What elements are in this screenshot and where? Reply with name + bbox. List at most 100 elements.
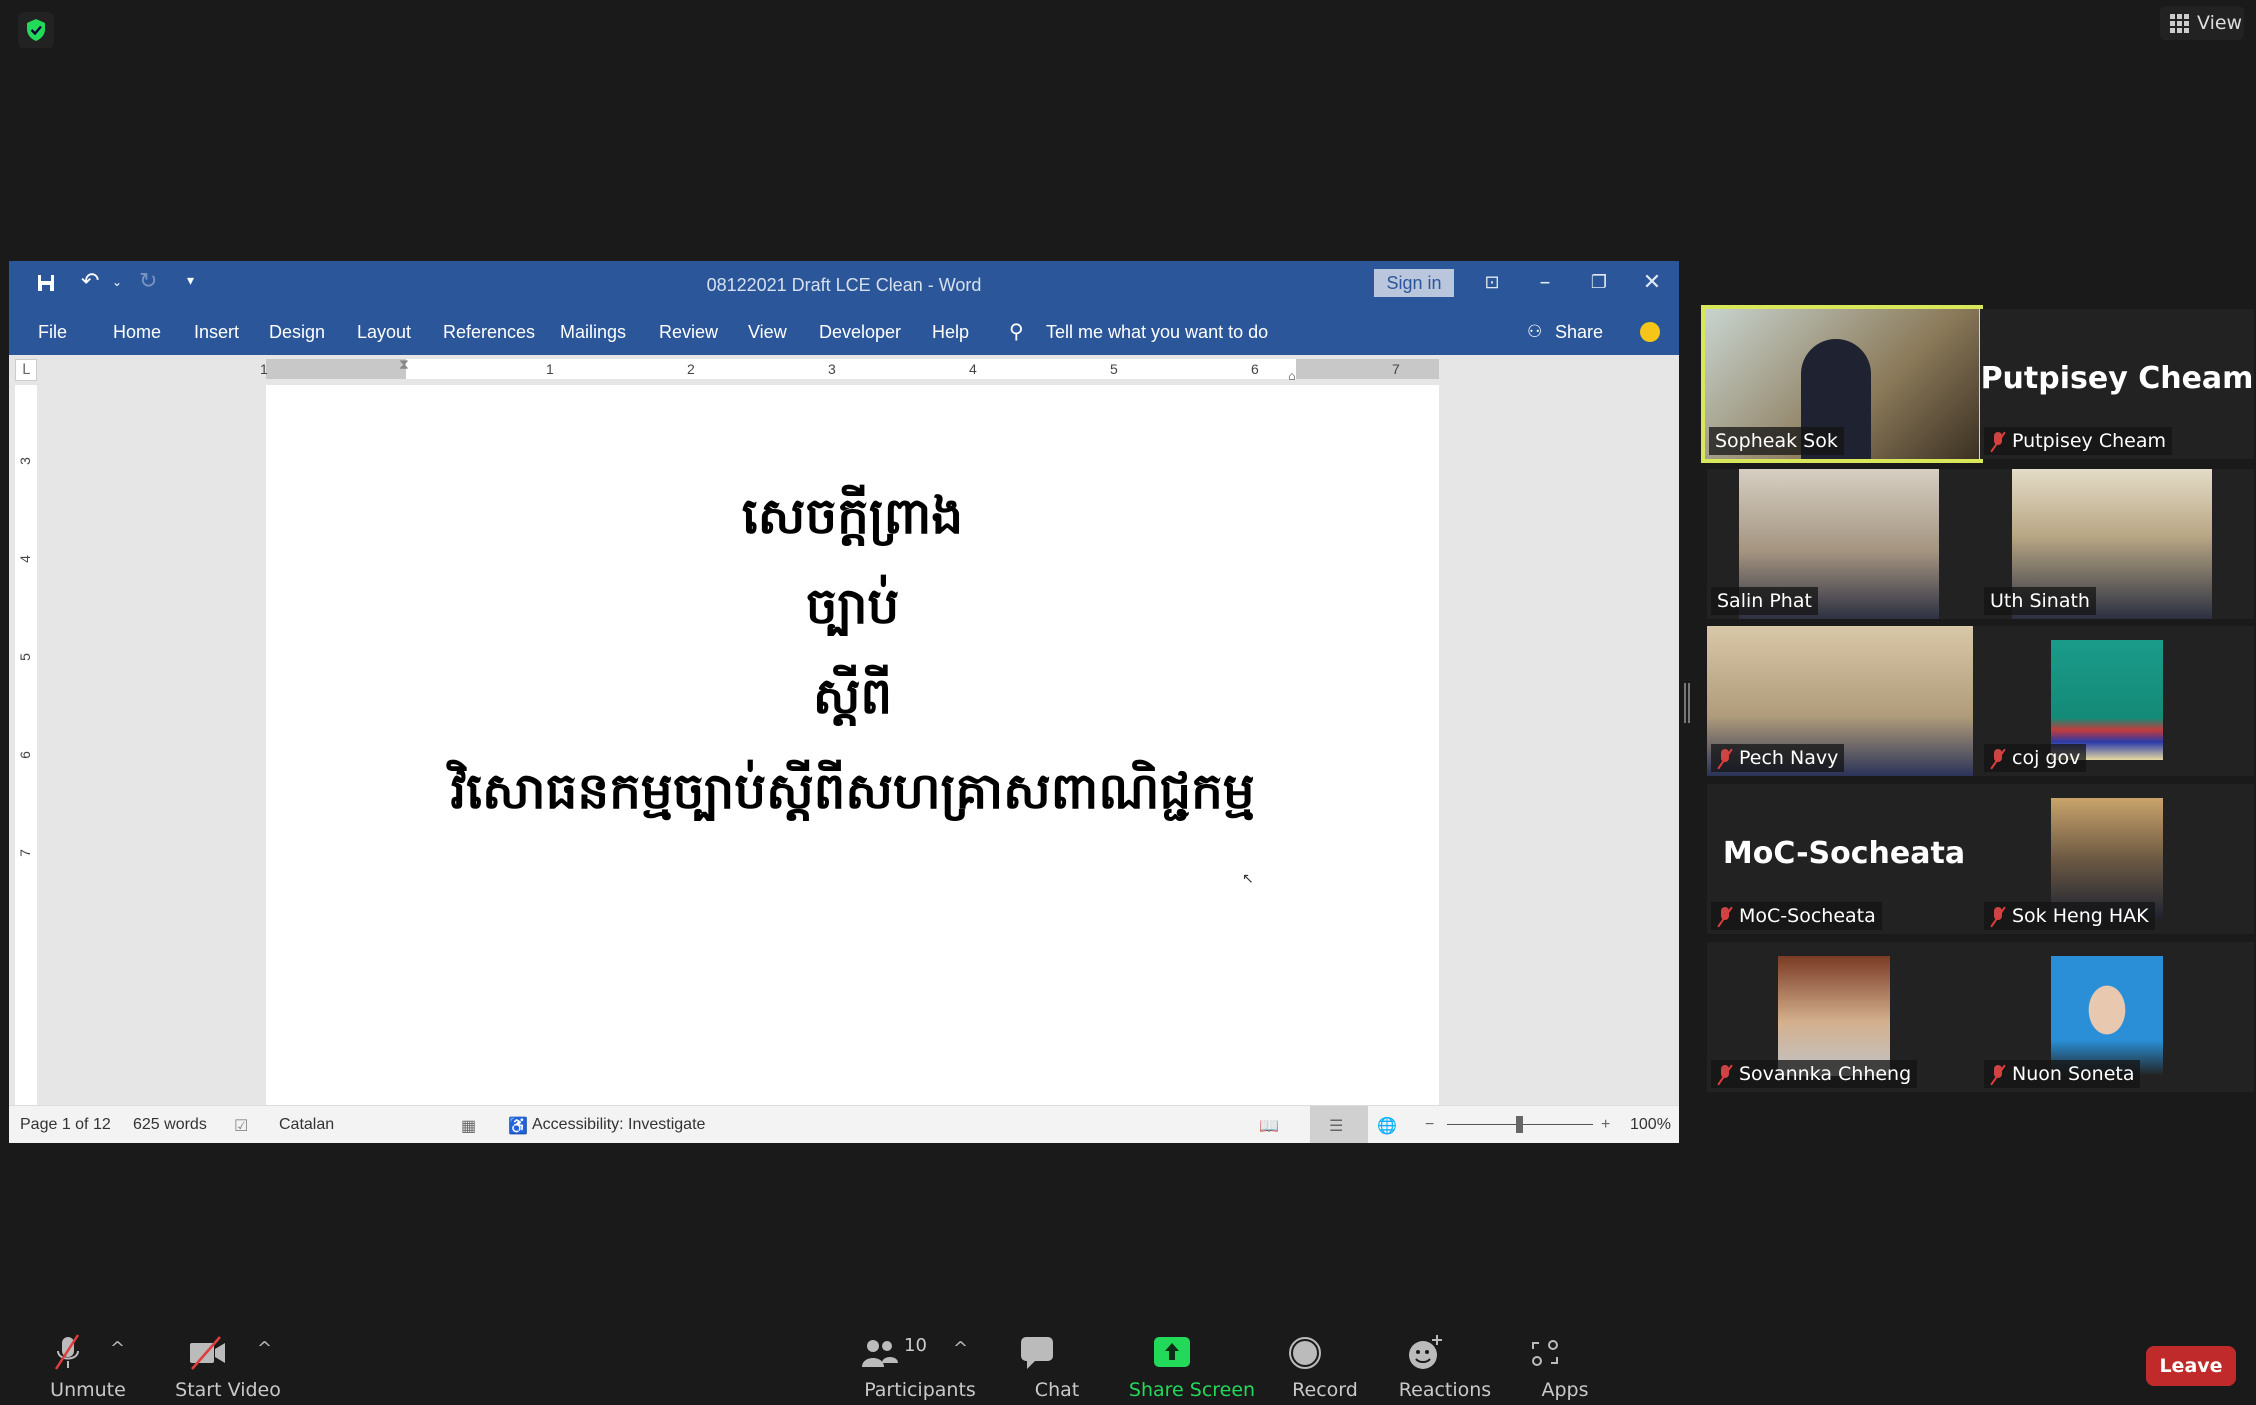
tab-home[interactable]: Home: [113, 322, 161, 343]
participants-options-caret-icon[interactable]: ^: [953, 1338, 968, 1359]
ruler-number: 4: [969, 361, 977, 377]
tab-mailings[interactable]: Mailings: [560, 322, 626, 343]
record-icon: [1289, 1337, 1321, 1369]
participant-name-label: Sok Heng HAK: [1984, 902, 2155, 930]
ribbon-display-options-icon[interactable]: ⊡: [1472, 267, 1512, 299]
tab-developer[interactable]: Developer: [819, 322, 901, 343]
record-button[interactable]: Record: [1285, 1333, 1358, 1401]
page-count[interactable]: Page 1 of 12: [20, 1116, 111, 1134]
tab-references[interactable]: References: [443, 322, 535, 343]
tell-me-input[interactable]: Tell me what you want to do: [1046, 322, 1268, 343]
leave-button[interactable]: Leave: [2146, 1346, 2236, 1386]
vruler-number: 4: [16, 555, 33, 563]
right-indent-marker-icon[interactable]: ⌂: [1288, 369, 1296, 383]
start-video-button[interactable]: Start Video: [175, 1333, 281, 1401]
apps-button[interactable]: Apps: [1525, 1333, 1589, 1401]
horizontal-ruler[interactable]: 1 1 2 3 4 5 6 7 ⧗ ⌂: [260, 357, 1439, 383]
start-video-label: Start Video: [175, 1379, 281, 1401]
participant-tile[interactable]: Salin Phat: [1707, 469, 1981, 619]
security-shield-button[interactable]: [18, 12, 54, 48]
participant-name-label: MoC-Socheata: [1711, 902, 1882, 930]
participant-name-label: Pech Navy: [1711, 744, 1845, 772]
tab-help[interactable]: Help: [932, 322, 969, 343]
unmute-button[interactable]: Unmute: [48, 1333, 126, 1401]
zoom-out-icon[interactable]: −: [1425, 1116, 1434, 1134]
zoom-slider-thumb[interactable]: [1516, 1116, 1523, 1133]
participants-button[interactable]: 10 Participants: [860, 1333, 976, 1401]
ruler-number: 3: [828, 361, 836, 377]
vruler-number: 5: [16, 653, 33, 661]
close-icon[interactable]: ✕: [1632, 267, 1672, 299]
video-options-caret-icon[interactable]: ^: [257, 1338, 272, 1359]
ruler-number: 2: [687, 361, 695, 377]
share-button[interactable]: Share: [1555, 322, 1603, 343]
read-mode-icon[interactable]: 📖: [1259, 1116, 1279, 1136]
tab-layout[interactable]: Layout: [357, 322, 411, 343]
reactions-button[interactable]: Reactions: [1399, 1333, 1491, 1401]
participant-tile[interactable]: MoC-Socheata MoC-Socheata: [1707, 784, 1981, 934]
video-feed: [1778, 956, 1890, 1076]
word-count[interactable]: 625 words: [133, 1116, 207, 1134]
sign-in-button[interactable]: Sign in: [1374, 269, 1454, 297]
video-off-icon: [190, 1336, 225, 1370]
participant-name-placeholder: Putpisey Cheam: [1980, 361, 2254, 396]
display-settings-icon[interactable]: ▦: [461, 1116, 476, 1136]
tab-view[interactable]: View: [748, 322, 787, 343]
ruler-number: 5: [1110, 361, 1118, 377]
muted-mic-icon: [1717, 906, 1733, 926]
reactions-icon: [1409, 1335, 1442, 1369]
vertical-ruler[interactable]: 3 4 5 6 7: [15, 385, 37, 1105]
print-layout-icon: ☰: [1329, 1118, 1344, 1135]
audio-options-caret-icon[interactable]: ^: [110, 1338, 125, 1359]
vruler-number: 7: [16, 849, 33, 857]
chat-button[interactable]: Chat: [1017, 1333, 1079, 1401]
title-bar: ↶ ⌄ ↻ ▾ 08122021 Draft LCE Clean - Word …: [9, 261, 1679, 311]
proofing-icon[interactable]: ☑: [234, 1116, 248, 1136]
muted-microphone-icon: [54, 1334, 80, 1370]
doc-heading-line: សេចក្តីព្រាង: [741, 487, 964, 545]
tab-selector-button[interactable]: L: [15, 359, 37, 381]
zoom-in-icon[interactable]: +: [1601, 1116, 1610, 1134]
tab-file[interactable]: File: [38, 322, 67, 343]
left-margin: [266, 359, 406, 379]
participant-tile[interactable]: Pech Navy: [1707, 626, 1981, 776]
share-person-icon: ⚇: [1527, 322, 1543, 341]
ruler-number: 6: [1251, 361, 1259, 377]
zoom-level[interactable]: 100%: [1630, 1116, 1671, 1134]
tab-insert[interactable]: Insert: [194, 322, 239, 343]
view-button[interactable]: View: [2160, 6, 2244, 40]
shield-check-icon: [27, 19, 45, 41]
panel-splitter-handle[interactable]: [1684, 683, 1690, 723]
share-screen-icon: [1154, 1337, 1190, 1367]
participant-tile[interactable]: coj gov: [1980, 626, 2254, 776]
minimize-icon[interactable]: –: [1525, 267, 1565, 299]
participant-tile[interactable]: Nuon Soneta: [1980, 942, 2254, 1092]
muted-mic-icon: [1990, 748, 2006, 768]
apps-icon: [1532, 1340, 1558, 1366]
status-bar: Page 1 of 12 625 words ☑ Catalan ▦ ♿ Acc…: [9, 1105, 1679, 1143]
accessibility-status[interactable]: Accessibility: Investigate: [532, 1116, 705, 1134]
participant-name-label: Putpisey Cheam: [1984, 427, 2172, 455]
ruler-number: 7: [1392, 361, 1400, 377]
restore-icon[interactable]: ❐: [1579, 267, 1619, 299]
participant-tile[interactable]: Sopheak Sok: [1701, 305, 1983, 463]
tab-review[interactable]: Review: [659, 322, 718, 343]
language-indicator[interactable]: Catalan: [279, 1116, 334, 1134]
participant-name-placeholder: MoC-Socheata: [1722, 836, 1966, 871]
ribbon-tabs: File Home Insert Design Layout Reference…: [9, 311, 1679, 355]
participant-tile[interactable]: Sok Heng HAK: [1980, 784, 2254, 934]
share-screen-button[interactable]: Share Screen: [1129, 1333, 1255, 1401]
vruler-number: 6: [16, 751, 33, 759]
participant-tile[interactable]: Uth Sinath: [1980, 469, 2254, 619]
video-feed: [2051, 956, 2163, 1076]
doc-heading-line: វិសោធនកម្មច្បាប់ស្តីពីសហគ្រាសពាណិជ្ជកម្ម: [450, 762, 1255, 820]
web-layout-icon[interactable]: 🌐: [1377, 1116, 1397, 1136]
video-feed: [2051, 640, 2163, 760]
document-page[interactable]: សេចក្តីព្រាង ច្បាប់ ស្តីពី វិសោធនកម្មច្ប…: [266, 385, 1439, 1105]
indent-marker-icon[interactable]: ⧗: [399, 357, 409, 373]
tab-design[interactable]: Design: [269, 322, 325, 343]
participant-tile[interactable]: Sovannka Chheng: [1707, 942, 1981, 1092]
participant-tile[interactable]: Putpisey Cheam Putpisey Cheam: [1980, 309, 2254, 459]
feedback-smiley-icon[interactable]: [1640, 322, 1660, 342]
muted-mic-icon: [1717, 748, 1733, 768]
